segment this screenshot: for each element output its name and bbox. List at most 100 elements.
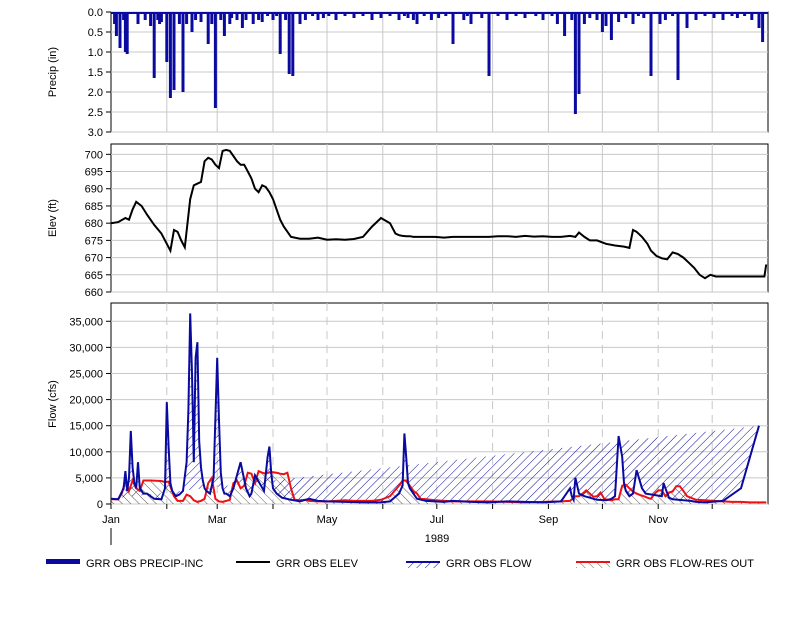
precip-bar xyxy=(541,12,545,20)
x-tick-label: Sep xyxy=(539,514,559,526)
precip-bar xyxy=(703,12,707,16)
precip-bar xyxy=(663,12,667,20)
precip-bar xyxy=(352,12,356,18)
legend-item-precip: GRR OBS PRECIP-INC xyxy=(46,558,203,570)
elev-tick-label: 675 xyxy=(85,235,103,247)
precip-bar xyxy=(595,12,599,20)
precip-bar xyxy=(194,12,198,20)
x-tick-label: Jan xyxy=(102,514,120,526)
flow-tick-label: 5,000 xyxy=(75,473,103,485)
precip-bar xyxy=(271,12,275,20)
precip-bar xyxy=(505,12,509,20)
elev-tick-label: 665 xyxy=(85,270,103,282)
precip-bar xyxy=(761,12,765,42)
precip-bar xyxy=(284,12,288,20)
precip-bar xyxy=(658,12,662,24)
precip-bar xyxy=(451,12,455,44)
precip-bar xyxy=(222,12,226,36)
precip-bar xyxy=(251,12,255,24)
precip-bar xyxy=(523,12,527,18)
precip-bar xyxy=(370,12,374,20)
precip-bar xyxy=(406,12,410,18)
precip-bar xyxy=(730,12,734,16)
precip-bar xyxy=(177,12,181,24)
precip-bar xyxy=(159,12,163,22)
legend-item-elev: GRR OBS ELEV xyxy=(236,558,359,570)
precip-bar xyxy=(257,12,261,20)
flow-tick-label: 15,000 xyxy=(69,421,103,433)
precip-bar xyxy=(199,12,203,22)
precip-bar xyxy=(397,12,401,20)
flow-ylabel: Flow (cfs) xyxy=(47,380,59,428)
precip-bar xyxy=(125,12,129,54)
elev-tick-label: 690 xyxy=(85,184,103,196)
legend-label-precip: GRR OBS PRECIP-INC xyxy=(86,558,203,570)
precip-bar xyxy=(321,12,325,18)
elev-tick-label: 700 xyxy=(85,149,103,161)
legend-label-flow: GRR OBS FLOW xyxy=(446,558,532,570)
precip-bar xyxy=(244,12,248,20)
precip-tick-label: 1.0 xyxy=(88,47,103,59)
precip-bar xyxy=(649,12,653,76)
flow-tick-label: 0 xyxy=(97,499,103,511)
precip-bar xyxy=(278,12,282,54)
legend-label-elev: GRR OBS ELEV xyxy=(276,558,359,570)
precip-bar xyxy=(437,12,441,18)
precip-bar xyxy=(172,12,176,90)
precip-bar xyxy=(266,12,270,16)
precip-bar xyxy=(636,12,640,16)
year-label: 1989 xyxy=(425,533,449,545)
legend-item-flow: GRR OBS FLOW xyxy=(406,558,532,570)
precip-bar xyxy=(721,12,725,20)
precip-bar xyxy=(379,12,383,18)
precip-bar xyxy=(555,12,559,24)
x-tick-label: Nov xyxy=(648,514,668,526)
precip-bar xyxy=(240,12,244,28)
elev-ylabel: Elev (ft) xyxy=(47,199,59,237)
precip-bar xyxy=(573,12,577,114)
precip-bar xyxy=(311,12,315,16)
elev-tick-label: 685 xyxy=(85,201,103,213)
flow-tick-label: 30,000 xyxy=(69,342,103,354)
precip-bar xyxy=(219,12,223,20)
precip-bar xyxy=(671,12,675,16)
precip-bar xyxy=(298,12,302,24)
precip-bar xyxy=(429,12,433,20)
precip-bar xyxy=(676,12,680,80)
elev-tick-label: 680 xyxy=(85,218,103,230)
precip-bar xyxy=(181,12,185,92)
precip-bar xyxy=(609,12,613,40)
precip-bar xyxy=(743,12,747,16)
precip-bar xyxy=(316,12,320,20)
precip-bar xyxy=(388,12,392,16)
precip-bar xyxy=(415,12,419,24)
precip-bar xyxy=(361,12,365,16)
x-tick-label: Jul xyxy=(430,514,444,526)
legend-item-resout: GRR OBS FLOW-RES OUT xyxy=(576,558,754,570)
precip-bar xyxy=(168,12,172,98)
precip-bar xyxy=(402,12,406,16)
chart-canvas: 0.0 0.5 1.0 1.5 2.0 2.5 3.0 Precip (in) 660 665… xyxy=(46,7,769,570)
precip-bar xyxy=(411,12,415,20)
precip-bar xyxy=(444,12,448,16)
precip-tick-label: 1.5 xyxy=(88,67,103,79)
precip-bar xyxy=(487,12,491,76)
precip-tick-label: 3.0 xyxy=(88,127,103,139)
precip-bar xyxy=(480,12,484,18)
precip-bar xyxy=(303,12,307,20)
elev-tick-label: 695 xyxy=(85,167,103,179)
precip-bar xyxy=(149,12,153,26)
hydro-chart-window: 0.0 0.5 1.0 1.5 2.0 2.5 3.0 Precip (in) 660 665… xyxy=(0,0,800,627)
precip-bar xyxy=(588,12,592,18)
elev-plot-area xyxy=(110,143,769,293)
precip-bar xyxy=(642,12,646,18)
flow-panel: 0 5,000 10,000 15,000 20,000 25,000 30,000 35,0… xyxy=(47,302,769,545)
flow-tick-label: 10,000 xyxy=(69,447,103,459)
precip-bar xyxy=(694,12,698,20)
precip-bar xyxy=(577,12,581,94)
x-tick-label: May xyxy=(317,514,338,526)
precip-bar xyxy=(604,12,608,26)
legend: GRR OBS PRECIP-INC GRR OBS ELEV GRR OBS … xyxy=(46,558,754,570)
precip-bar xyxy=(143,12,147,20)
precip-bar xyxy=(152,12,156,78)
